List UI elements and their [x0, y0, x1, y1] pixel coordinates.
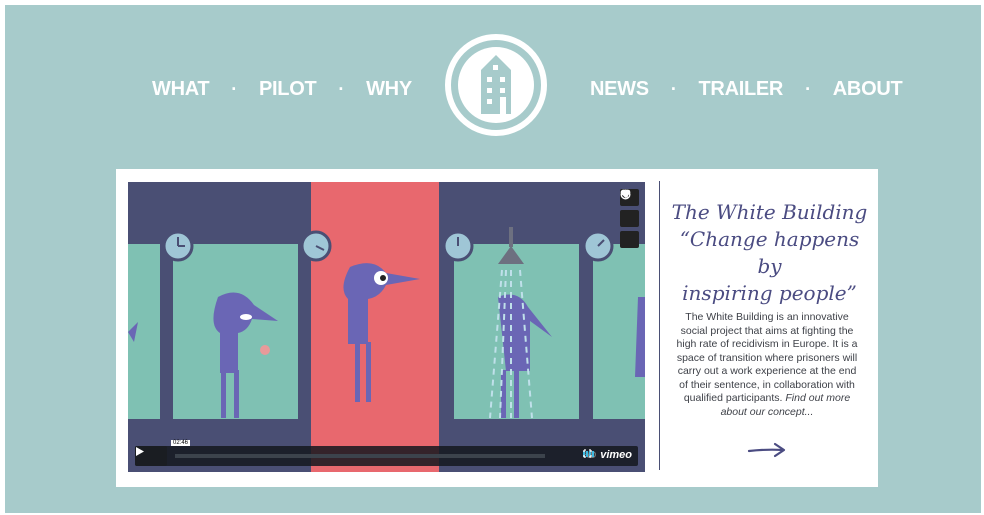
send-icon[interactable]: [620, 190, 639, 248]
video-frame: [128, 182, 645, 472]
video-progress-bar[interactable]: [175, 454, 545, 458]
nav-item-what[interactable]: WHAT: [152, 78, 210, 101]
title-line: inspiring people”: [682, 281, 857, 305]
nav-item-pilot[interactable]: PILOT: [259, 78, 317, 101]
nav-item-why[interactable]: WHY: [366, 78, 412, 101]
page-background: WHAT · PILOT · WHY NEWS · TRAILER · ABOU…: [5, 5, 981, 513]
nav-left: WHAT · PILOT · WHY: [152, 78, 412, 101]
arrow-right-icon: [747, 442, 786, 458]
nav-item-news[interactable]: NEWS: [590, 78, 649, 101]
nav-item-about[interactable]: ABOUT: [833, 78, 903, 101]
play-button[interactable]: [135, 446, 167, 466]
logo[interactable]: [445, 34, 547, 136]
video-controls: 02:46 HD vimeo: [135, 440, 638, 466]
nav-right: NEWS · TRAILER · ABOUT: [590, 78, 903, 101]
next-arrow-button[interactable]: [747, 442, 787, 463]
video-player[interactable]: 02:46 HD vimeo: [128, 182, 645, 472]
video-timecode: 02:46: [171, 440, 191, 446]
video-controls-right: HD vimeo: [583, 449, 632, 461]
title-line: The White Building: [671, 200, 868, 224]
nav-item-trailer[interactable]: TRAILER: [699, 78, 784, 101]
title-line: “Change happens by: [679, 227, 860, 278]
nav-separator: ·: [670, 79, 677, 99]
nav-separator: ·: [805, 79, 811, 99]
house-icon: [445, 34, 547, 136]
play-icon: [136, 447, 144, 456]
clock-icon[interactable]: [620, 189, 639, 227]
content-card: 02:46 HD vimeo The White Building “Chang…: [116, 169, 878, 487]
description-text: The White Building is an innovative soci…: [676, 311, 858, 404]
video-side-icons: [620, 189, 639, 248]
nav-separator: ·: [231, 79, 237, 99]
nav-separator: ·: [338, 79, 345, 99]
description: The White Building is an innovative soci…: [674, 311, 860, 419]
vimeo-logo[interactable]: vimeo: [600, 449, 632, 461]
divider: [659, 181, 660, 470]
page-title: The White Building “Change happens by in…: [671, 199, 868, 307]
fullscreen-icon[interactable]: [583, 449, 592, 458]
